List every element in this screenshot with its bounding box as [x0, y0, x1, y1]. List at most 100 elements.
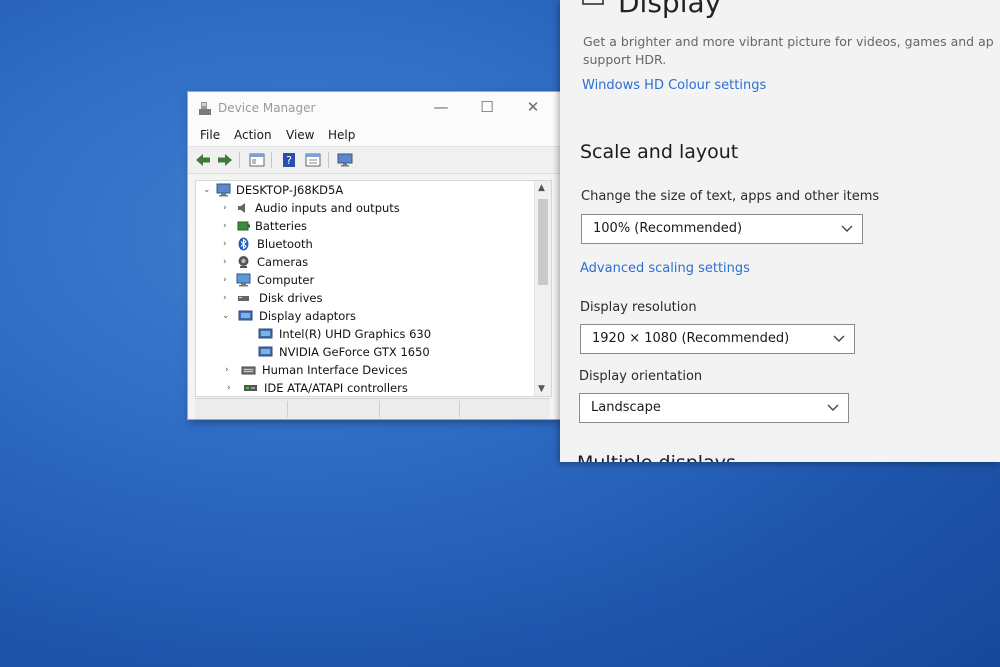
resolution-dropdown[interactable]: 1920 × 1080 (Recommended): [580, 324, 855, 354]
device-manager-app-icon: [199, 102, 211, 115]
camera-icon: [238, 256, 249, 268]
display-adapter-icon: [238, 310, 253, 321]
status-cell: [287, 401, 380, 417]
computer-icon: [236, 273, 251, 287]
chevron-right-icon[interactable]: ›: [225, 361, 229, 379]
chevron-down-icon[interactable]: ⌄: [222, 307, 230, 325]
resolution-dropdown-value: 1920 × 1080 (Recommended): [592, 331, 790, 346]
scroll-up-arrow-icon[interactable]: ▲: [538, 183, 545, 193]
device-tree: ⌄ DESKTOP-J68KD5A › Audio inputs and out…: [195, 180, 552, 397]
chevron-right-icon[interactable]: ›: [223, 235, 227, 253]
windows-hd-colour-settings-link[interactable]: Windows HD Colour settings: [582, 78, 766, 93]
multiple-displays-heading-clip: Multiple displays: [577, 450, 877, 462]
menu-file[interactable]: File: [200, 128, 220, 142]
status-bar: [195, 398, 550, 419]
orientation-dropdown[interactable]: Landscape: [579, 393, 849, 423]
device-properties-icon[interactable]: [304, 151, 322, 169]
scale-label: Change the size of text, apps and other …: [581, 189, 880, 204]
resolution-label: Display resolution: [580, 300, 697, 315]
chevron-right-icon[interactable]: ›: [223, 199, 227, 217]
scrollbar-thumb[interactable]: [538, 199, 548, 285]
tree-item-label: Display adaptors: [259, 309, 357, 323]
menu-view[interactable]: View: [286, 128, 314, 142]
tree-item-label: Disk drives: [259, 291, 323, 305]
display-adapter-icon: [258, 346, 273, 357]
device-manager-titlebar[interactable]: Device Manager — ☐ ✕: [188, 92, 560, 124]
chevron-right-icon[interactable]: ›: [227, 379, 231, 396]
chevron-down-icon: [833, 335, 845, 342]
ide-controller-icon: [244, 385, 257, 391]
tree-item-audio-inputs[interactable]: › Audio inputs and outputs: [196, 199, 536, 217]
toolbar-separator: [239, 152, 240, 168]
speaker-icon: [238, 203, 245, 213]
minimize-button[interactable]: —: [418, 96, 464, 120]
chevron-right-icon[interactable]: ›: [223, 289, 227, 307]
tree-item-label: Bluetooth: [257, 237, 313, 251]
page-title: Display: [618, 0, 722, 19]
scroll-down-arrow-icon[interactable]: ▼: [538, 384, 545, 394]
tree-item-ide-controllers[interactable]: › IDE ATA/ATAPI controllers: [196, 379, 536, 396]
vertical-scrollbar[interactable]: ▲ ▼: [534, 181, 551, 396]
forward-arrow-icon[interactable]: [216, 151, 234, 169]
chevron-down-icon[interactable]: ⌄: [203, 181, 211, 199]
scale-dropdown-value: 100% (Recommended): [593, 221, 743, 236]
back-arrow-icon[interactable]: [194, 151, 212, 169]
orientation-label: Display orientation: [579, 369, 703, 384]
menu-action[interactable]: Action: [234, 128, 272, 142]
tree-item-nvidia-gtx[interactable]: NVIDIA GeForce GTX 1650: [196, 343, 536, 361]
svg-text:?: ?: [286, 154, 292, 167]
display-adapter-icon: [258, 328, 273, 339]
window-title: Device Manager: [218, 101, 316, 115]
tree-item-display-adaptors[interactable]: ⌄ Display adaptors: [196, 307, 536, 325]
scale-dropdown[interactable]: 100% (Recommended): [581, 214, 863, 244]
chevron-right-icon[interactable]: ›: [223, 271, 227, 289]
toolbar-separator: [271, 152, 272, 168]
tree-item-label: IDE ATA/ATAPI controllers: [264, 381, 408, 395]
tree-item-hid[interactable]: › Human Interface Devices: [196, 361, 536, 379]
hdr-description-continued: support HDR.: [583, 52, 667, 67]
tree-item-intel-uhd[interactable]: Intel(R) UHD Graphics 630: [196, 325, 536, 343]
chevron-right-icon[interactable]: ›: [223, 217, 227, 235]
display-icon: [582, 0, 604, 5]
close-button[interactable]: ✕: [510, 96, 556, 120]
computer-icon: [216, 183, 231, 197]
hdr-description: Get a brighter and more vibrant picture …: [583, 34, 994, 49]
tree-item-bluetooth[interactable]: › Bluetooth: [196, 235, 536, 253]
tree-item-label: Computer: [257, 273, 315, 287]
maximize-button[interactable]: ☐: [464, 96, 510, 120]
disk-drive-icon: [238, 296, 249, 301]
tree-item-label: Cameras: [257, 255, 309, 269]
hid-icon: [241, 366, 256, 375]
bluetooth-icon: [238, 237, 249, 251]
tree-item-label: Audio inputs and outputs: [255, 201, 400, 215]
tree-child-label: NVIDIA GeForce GTX 1650: [279, 345, 430, 359]
tree-item-disk-drives[interactable]: › Disk drives: [196, 289, 536, 307]
scan-hardware-monitor-icon[interactable]: [336, 151, 354, 169]
tree-item-batteries[interactable]: › Batteries: [196, 217, 536, 235]
chevron-right-icon[interactable]: ›: [223, 253, 227, 271]
status-cell: [379, 401, 460, 417]
help-icon[interactable]: ?: [280, 151, 298, 169]
tree-child-label: Intel(R) UHD Graphics 630: [279, 327, 432, 341]
status-cell: [195, 401, 288, 417]
chevron-down-icon: [841, 225, 853, 232]
tree-root-node[interactable]: ⌄ DESKTOP-J68KD5A: [196, 181, 536, 199]
toolbar: ?: [188, 146, 560, 174]
battery-icon: [237, 221, 250, 231]
settings-display-window: Display Get a brighter and more vibrant …: [560, 0, 1000, 462]
tree-item-cameras[interactable]: › Cameras: [196, 253, 536, 271]
multiple-displays-heading: Multiple displays: [577, 452, 736, 462]
scale-and-layout-heading: Scale and layout: [580, 141, 739, 163]
advanced-scaling-settings-link[interactable]: Advanced scaling settings: [580, 261, 750, 276]
device-manager-window: Device Manager — ☐ ✕ File Action View He…: [188, 92, 560, 419]
toolbar-separator: [328, 152, 329, 168]
menu-bar: File Action View Help: [188, 124, 560, 146]
properties-pane-icon[interactable]: [248, 151, 266, 169]
tree-item-computer[interactable]: › Computer: [196, 271, 536, 289]
orientation-dropdown-value: Landscape: [591, 400, 661, 415]
menu-help[interactable]: Help: [328, 128, 355, 142]
chevron-down-icon: [827, 404, 839, 411]
tree-item-label: Human Interface Devices: [262, 363, 408, 377]
tree-root-label: DESKTOP-J68KD5A: [236, 183, 344, 197]
tree-item-label: Batteries: [255, 219, 308, 233]
